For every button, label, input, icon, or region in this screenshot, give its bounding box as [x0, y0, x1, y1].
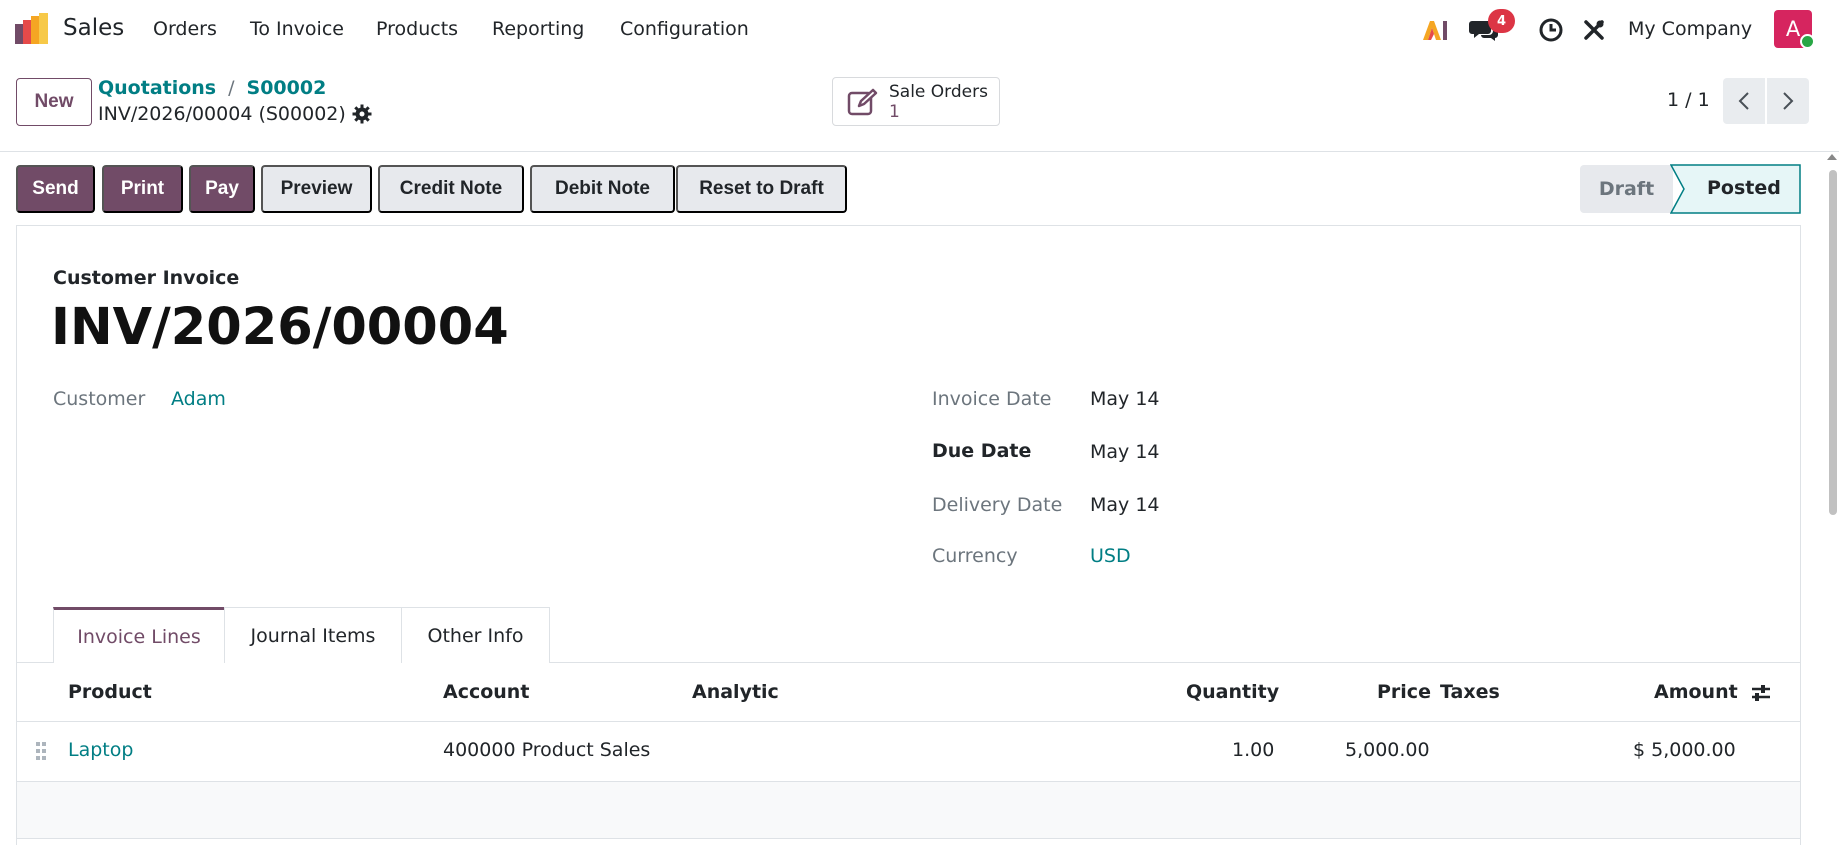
invoice-date-label: Invoice Date — [932, 388, 1052, 410]
column-amount[interactable]: Amount — [1654, 681, 1738, 703]
currency-field[interactable]: USD — [1090, 545, 1131, 567]
chevron-left-icon — [1738, 92, 1749, 110]
document-type: Customer Invoice — [53, 267, 240, 289]
breadcrumb-quotations[interactable]: Quotations — [98, 77, 216, 99]
message-count-badge: 4 — [1488, 9, 1515, 33]
credit-note-button[interactable]: Credit Note — [378, 165, 524, 213]
menu-reporting[interactable]: Reporting — [492, 18, 584, 40]
column-taxes[interactable]: Taxes — [1440, 681, 1500, 703]
smart-button-count: 1 — [889, 102, 900, 122]
customer-label: Customer — [53, 388, 146, 410]
delivery-date-field[interactable]: May 14 — [1090, 494, 1160, 516]
tab-journal-items[interactable]: Journal Items — [224, 607, 402, 663]
pager-previous-button[interactable] — [1723, 78, 1765, 124]
tab-other-info[interactable]: Other Info — [401, 607, 550, 663]
control-panel-divider — [0, 151, 1839, 152]
top-navbar: Sales Orders To Invoice Products Reporti… — [0, 0, 1839, 60]
pager-value[interactable]: 1 / 1 — [1667, 89, 1710, 111]
online-status-dot — [1800, 34, 1815, 49]
column-account[interactable]: Account — [443, 681, 529, 703]
chevron-right-icon — [1783, 92, 1794, 110]
optional-columns-icon[interactable] — [1750, 682, 1772, 704]
sale-orders-smart-button[interactable]: Sale Orders 1 — [832, 77, 1000, 126]
due-date-label: Due Date — [932, 440, 1032, 462]
menu-configuration[interactable]: Configuration — [620, 18, 749, 40]
drag-handle-icon[interactable] — [35, 741, 47, 761]
currency-label: Currency — [932, 545, 1018, 567]
column-quantity[interactable]: Quantity — [1186, 681, 1279, 703]
row-account[interactable]: 400000 Product Sales — [443, 739, 650, 761]
tab-invoice-lines[interactable]: Invoice Lines — [53, 607, 225, 663]
row-product[interactable]: Laptop — [68, 739, 133, 761]
customer-field[interactable]: Adam — [171, 388, 226, 410]
menu-products[interactable]: Products — [376, 18, 458, 40]
scrollbar-thumb[interactable] — [1829, 170, 1837, 515]
edit-document-icon — [847, 88, 878, 116]
header-divider — [16, 721, 1801, 722]
delivery-date-label: Delivery Date — [932, 494, 1063, 516]
breadcrumb-sale-order[interactable]: S00002 — [247, 77, 327, 99]
scroll-up-arrow-icon[interactable] — [1827, 154, 1837, 160]
app-name[interactable]: Sales — [63, 15, 124, 41]
debit-note-button[interactable]: Debit Note — [530, 165, 675, 213]
status-posted-label: Posted — [1707, 177, 1781, 199]
tools-icon[interactable] — [1578, 14, 1610, 46]
breadcrumb: Quotations / S00002 — [98, 77, 326, 99]
status-draft[interactable]: Draft — [1580, 165, 1673, 213]
new-button[interactable]: New — [16, 78, 92, 126]
breadcrumb-separator: / — [228, 77, 235, 99]
smart-button-label: Sale Orders — [889, 82, 988, 102]
pay-button[interactable]: Pay — [189, 165, 255, 213]
column-price[interactable]: Price — [1377, 681, 1431, 703]
row-price[interactable]: 5,000.00 — [1345, 739, 1430, 761]
record-name: INV/2026/00004 (S00002) — [98, 103, 346, 125]
status-posted[interactable]: Posted — [1670, 164, 1801, 214]
pager-next-button[interactable] — [1767, 78, 1809, 124]
due-date-field[interactable]: May 14 — [1090, 441, 1160, 463]
empty-row — [17, 782, 1800, 838]
invoice-date-field[interactable]: May 14 — [1090, 388, 1160, 410]
menu-to-invoice[interactable]: To Invoice — [250, 18, 344, 40]
row-quantity[interactable]: 1.00 — [1232, 739, 1274, 761]
empty-row-divider — [16, 838, 1801, 839]
sales-app-icon[interactable] — [14, 12, 49, 47]
column-product[interactable]: Product — [68, 681, 152, 703]
print-button[interactable]: Print — [102, 165, 183, 213]
company-switcher[interactable]: My Company — [1628, 18, 1752, 40]
send-button[interactable]: Send — [16, 165, 95, 213]
gear-icon[interactable] — [352, 104, 372, 124]
ai-icon[interactable] — [1419, 14, 1451, 46]
reset-to-draft-button[interactable]: Reset to Draft — [676, 165, 847, 213]
menu-orders[interactable]: Orders — [153, 18, 217, 40]
row-amount: $ 5,000.00 — [1633, 739, 1736, 761]
preview-button[interactable]: Preview — [261, 165, 372, 213]
clock-icon[interactable] — [1535, 14, 1567, 46]
invoice-number: INV/2026/00004 — [51, 298, 509, 357]
column-analytic[interactable]: Analytic — [692, 681, 779, 703]
